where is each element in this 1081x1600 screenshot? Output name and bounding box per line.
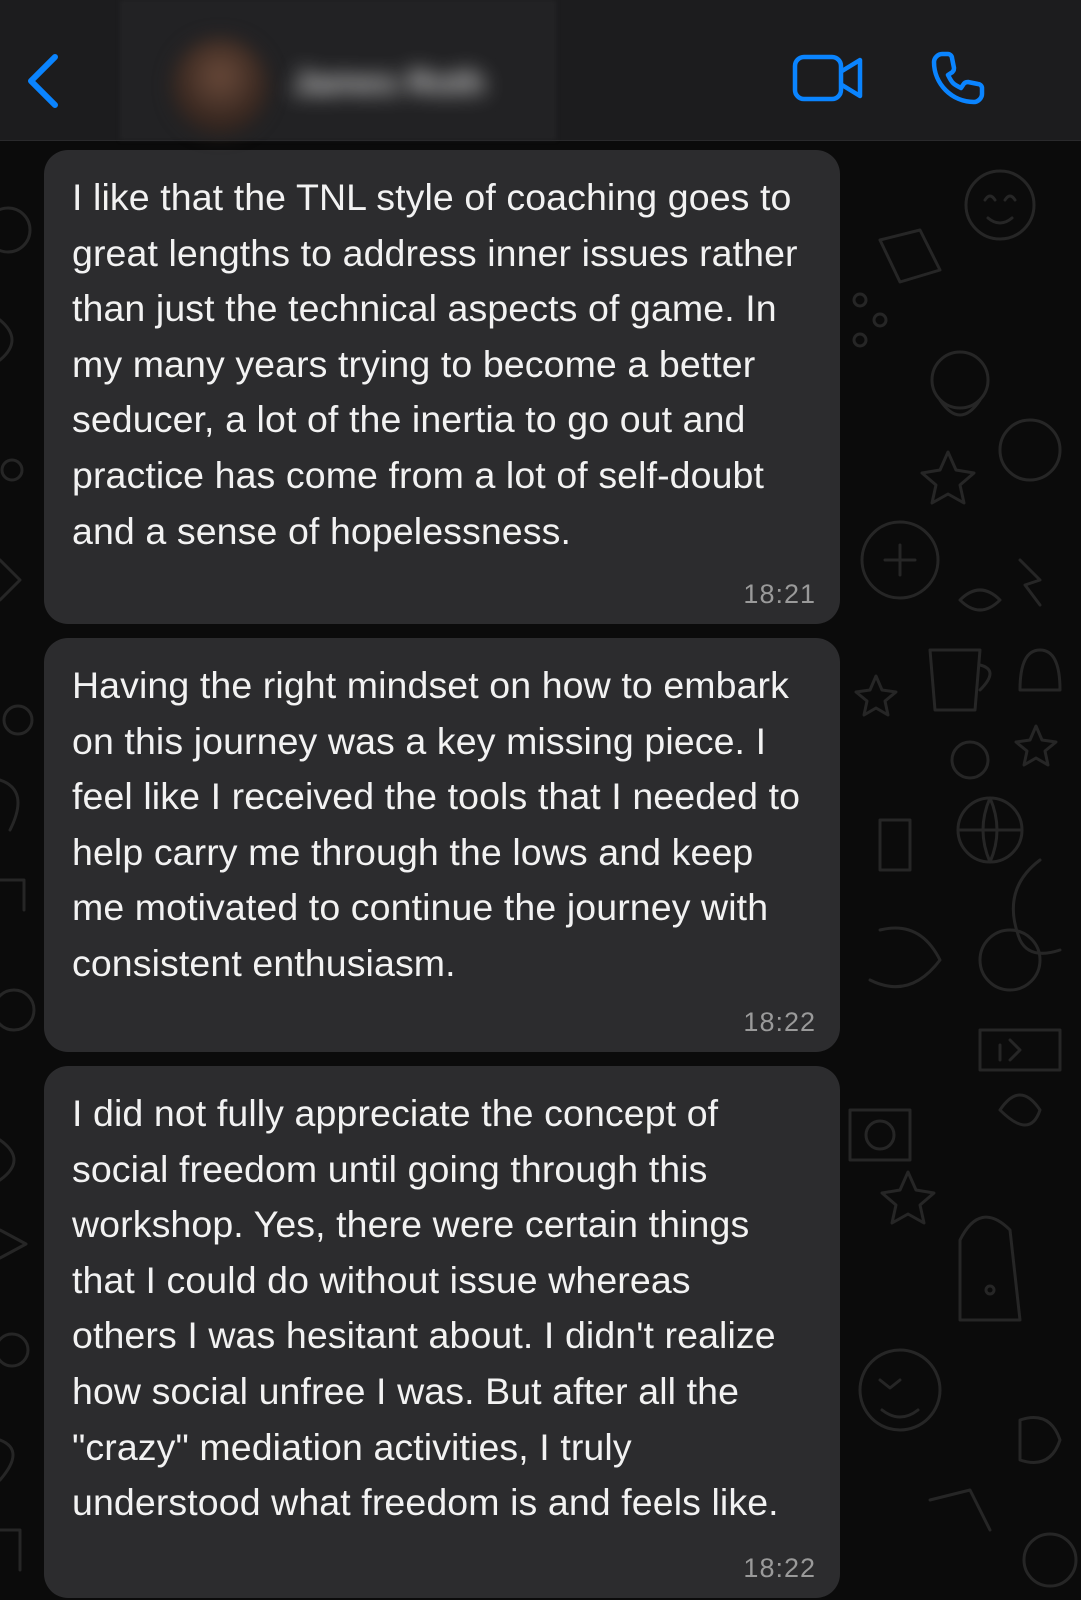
message-timestamp: 18:21	[743, 579, 816, 609]
chat-header: James Roth	[0, 0, 1081, 141]
message-bubble[interactable]: Having the right mindset on how to embar…	[44, 638, 840, 1052]
message-text: I like that the TNL style of coaching go…	[72, 176, 798, 552]
message-bubble[interactable]: I did not fully appreciate the concept o…	[44, 1066, 840, 1598]
chevron-left-icon	[28, 54, 58, 108]
message-bubble[interactable]: I like that the TNL style of coaching go…	[44, 150, 840, 624]
message-timestamp: 18:22	[743, 1007, 816, 1037]
video-call-button[interactable]	[790, 50, 866, 106]
back-button[interactable]	[18, 48, 68, 114]
message-timestamp: 18:22	[743, 1553, 816, 1583]
message-text: Having the right mindset on how to embar…	[72, 664, 801, 984]
avatar[interactable]	[172, 38, 268, 134]
contact-name[interactable]: James Roth	[292, 60, 552, 106]
message-list[interactable]: I like that the TNL style of coaching go…	[0, 140, 1081, 1600]
message-text: I did not fully appreciate the concept o…	[72, 1092, 779, 1524]
voice-call-button[interactable]	[926, 46, 990, 110]
video-camera-icon	[792, 54, 863, 102]
phone-icon	[931, 51, 985, 105]
